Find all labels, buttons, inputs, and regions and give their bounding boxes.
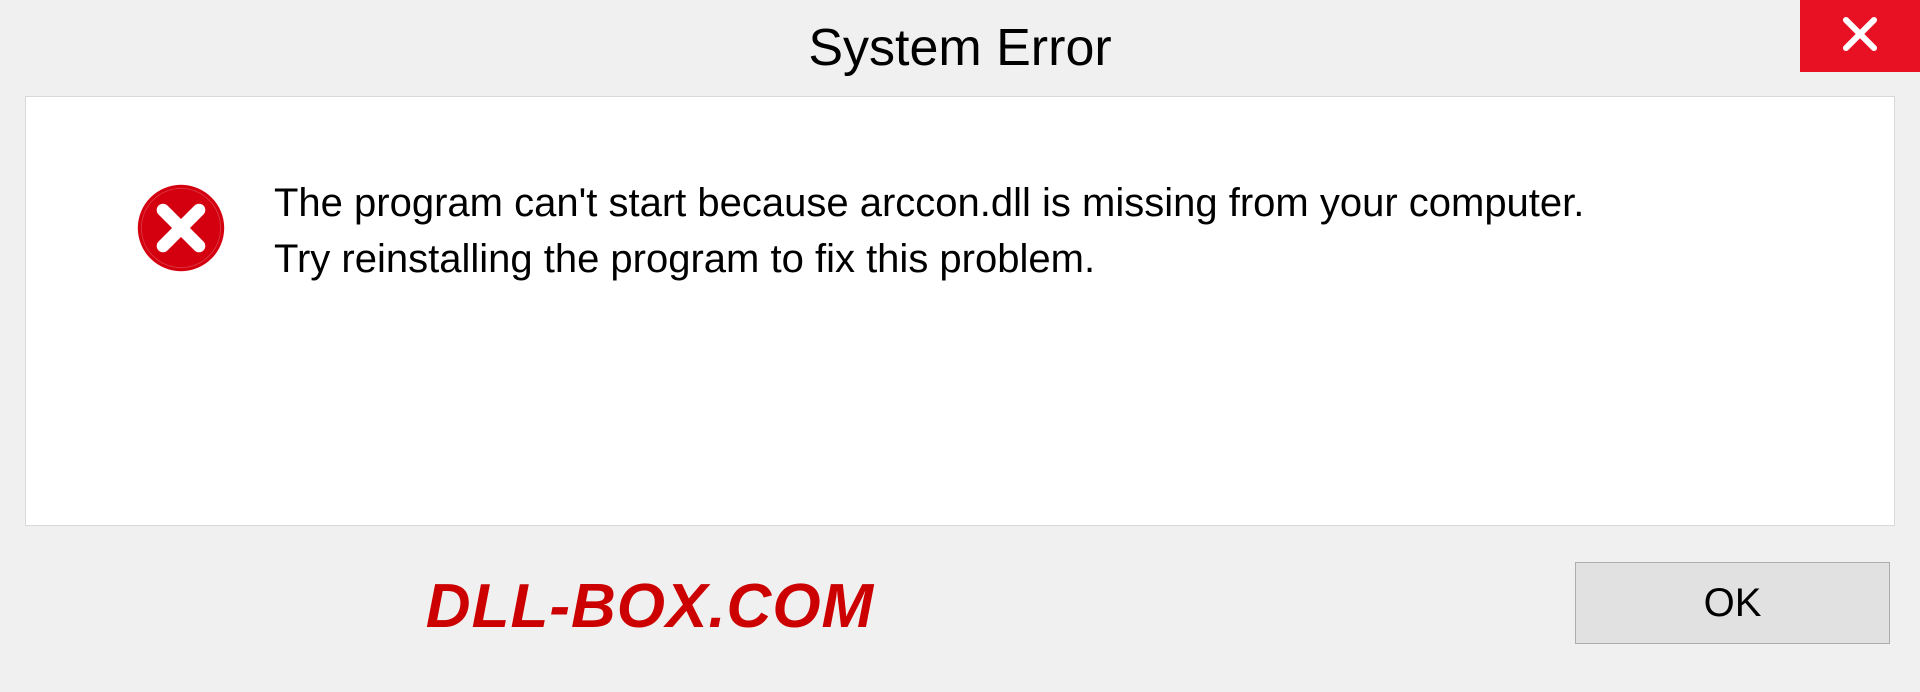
dialog-body: The program can't start because arccon.d… — [25, 96, 1895, 526]
error-message-line2: Try reinstalling the program to fix this… — [274, 231, 1584, 287]
close-button[interactable] — [1800, 0, 1920, 72]
error-message: The program can't start because arccon.d… — [274, 173, 1584, 287]
brand-watermark: DLL-BOX.COM — [426, 571, 874, 642]
titlebar: System Error — [0, 0, 1920, 96]
ok-button[interactable]: OK — [1575, 562, 1890, 644]
error-message-line1: The program can't start because arccon.d… — [274, 175, 1584, 231]
footer-bar: DLL-BOX.COM OK — [0, 542, 1920, 692]
close-icon — [1839, 13, 1881, 60]
dialog-title: System Error — [808, 18, 1111, 78]
error-icon — [136, 183, 226, 273]
